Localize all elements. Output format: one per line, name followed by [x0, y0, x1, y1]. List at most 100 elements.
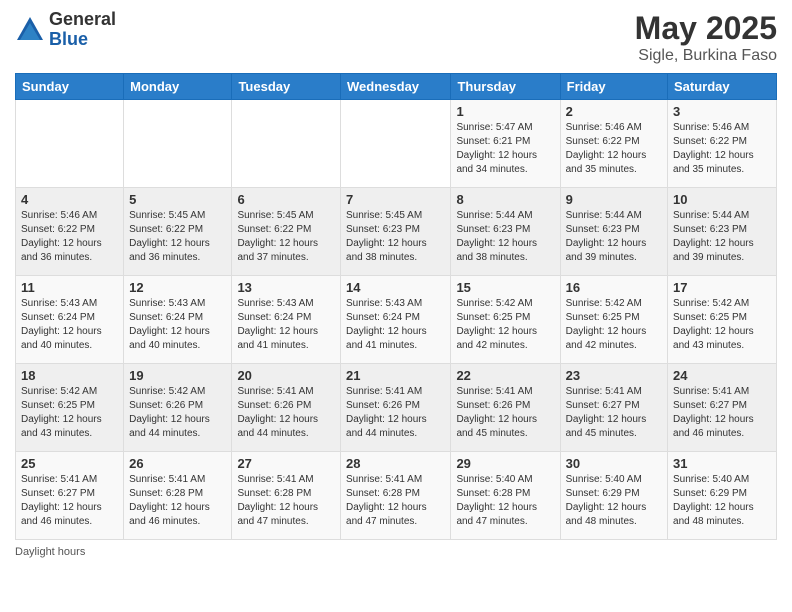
- calendar-cell: 23Sunrise: 5:41 AM Sunset: 6:27 PM Dayli…: [560, 364, 667, 452]
- day-info: Sunrise: 5:45 AM Sunset: 6:23 PM Dayligh…: [346, 209, 445, 265]
- day-info: Sunrise: 5:42 AM Sunset: 6:25 PM Dayligh…: [566, 297, 662, 353]
- day-info: Sunrise: 5:44 AM Sunset: 6:23 PM Dayligh…: [456, 209, 554, 265]
- day-number: 3: [673, 104, 771, 119]
- day-number: 16: [566, 280, 662, 295]
- day-info: Sunrise: 5:43 AM Sunset: 6:24 PM Dayligh…: [21, 297, 118, 353]
- page: General Blue May 2025 Sigle, Burkina Fas…: [0, 0, 792, 612]
- calendar-cell: 26 Sunrise: 5:41 AM Sunset: 6:28 PM Dayli…: [124, 452, 232, 540]
- day-number: 24: [673, 368, 771, 383]
- calendar-cell: 16 Sunrise: 5:42 AM Sunset: 6:25 PM Dayli…: [560, 276, 667, 364]
- col-sunday: Sunday: [16, 74, 124, 100]
- logo-icon: [15, 15, 45, 45]
- calendar-cell: [232, 100, 341, 188]
- day-number: 29: [456, 456, 554, 471]
- calendar-cell: 29 Sunrise: 5:40 AM Sunset: 6:28 PM Dayli…: [451, 452, 560, 540]
- day-number: 30: [566, 456, 662, 471]
- day-info: Sunrise: 5:43 AM Sunset: 6:24 PM Dayligh…: [237, 297, 335, 353]
- day-number: 31: [673, 456, 771, 471]
- logo-text: General Blue: [49, 10, 116, 50]
- calendar-cell: 9Sunrise: 5:44 AM Sunset: 6:23 PM Daylig…: [560, 188, 667, 276]
- calendar-cell: 27 Sunrise: 5:41 AM Sunset: 6:28 PM Dayli…: [232, 452, 341, 540]
- day-number: 5: [129, 192, 226, 207]
- calendar-cell: 4 Sunrise: 5:46 AM Sunset: 6:22 PM Daylig…: [16, 188, 124, 276]
- calendar-cell: 1 Sunrise: 5:47 AM Sunset: 6:21 PM Daylig…: [451, 100, 560, 188]
- calendar-cell: 24 Sunrise: 5:41 AM Sunset: 6:27 PM Dayli…: [668, 364, 777, 452]
- day-number: 4: [21, 192, 118, 207]
- day-info: Sunrise: 5:42 AM Sunset: 6:25 PM Dayligh…: [456, 297, 554, 353]
- calendar-cell: 28 Sunrise: 5:41 AM Sunset: 6:28 PM Dayli…: [341, 452, 451, 540]
- calendar-cell: 17Sunrise: 5:42 AM Sunset: 6:25 PM Dayli…: [668, 276, 777, 364]
- calendar-cell: [341, 100, 451, 188]
- calendar-cell: 11Sunrise: 5:43 AM Sunset: 6:24 PM Dayli…: [16, 276, 124, 364]
- calendar-week-5: 25Sunrise: 5:41 AM Sunset: 6:27 PM Dayli…: [16, 452, 777, 540]
- calendar-week-2: 4 Sunrise: 5:46 AM Sunset: 6:22 PM Daylig…: [16, 188, 777, 276]
- header-row: Sunday Monday Tuesday Wednesday Thursday…: [16, 74, 777, 100]
- calendar: Sunday Monday Tuesday Wednesday Thursday…: [15, 73, 777, 540]
- day-info: Sunrise: 5:41 AM Sunset: 6:28 PM Dayligh…: [346, 473, 445, 529]
- calendar-cell: 21Sunrise: 5:41 AM Sunset: 6:26 PM Dayli…: [341, 364, 451, 452]
- day-number: 18: [21, 368, 118, 383]
- day-number: 21: [346, 368, 445, 383]
- day-info: Sunrise: 5:46 AM Sunset: 6:22 PM Dayligh…: [21, 209, 118, 265]
- day-number: 20: [237, 368, 335, 383]
- day-info: Sunrise: 5:45 AM Sunset: 6:22 PM Dayligh…: [237, 209, 335, 265]
- day-number: 1: [456, 104, 554, 119]
- calendar-week-3: 11Sunrise: 5:43 AM Sunset: 6:24 PM Dayli…: [16, 276, 777, 364]
- day-info: Sunrise: 5:46 AM Sunset: 6:22 PM Dayligh…: [566, 121, 662, 177]
- calendar-cell: 15 Sunrise: 5:42 AM Sunset: 6:25 PM Dayli…: [451, 276, 560, 364]
- calendar-cell: 8Sunrise: 5:44 AM Sunset: 6:23 PM Daylig…: [451, 188, 560, 276]
- calendar-week-1: 1 Sunrise: 5:47 AM Sunset: 6:21 PM Daylig…: [16, 100, 777, 188]
- logo-general: General: [49, 10, 116, 30]
- day-info: Sunrise: 5:47 AM Sunset: 6:21 PM Dayligh…: [456, 121, 554, 177]
- day-info: Sunrise: 5:42 AM Sunset: 6:26 PM Dayligh…: [129, 385, 226, 441]
- calendar-cell: 7Sunrise: 5:45 AM Sunset: 6:23 PM Daylig…: [341, 188, 451, 276]
- day-number: 27: [237, 456, 335, 471]
- day-info: Sunrise: 5:43 AM Sunset: 6:24 PM Dayligh…: [129, 297, 226, 353]
- day-number: 15: [456, 280, 554, 295]
- calendar-cell: 20Sunrise: 5:41 AM Sunset: 6:26 PM Dayli…: [232, 364, 341, 452]
- day-info: Sunrise: 5:46 AM Sunset: 6:22 PM Dayligh…: [673, 121, 771, 177]
- day-info: Sunrise: 5:41 AM Sunset: 6:26 PM Dayligh…: [456, 385, 554, 441]
- calendar-cell: 30Sunrise: 5:40 AM Sunset: 6:29 PM Dayli…: [560, 452, 667, 540]
- calendar-cell: [16, 100, 124, 188]
- day-info: Sunrise: 5:42 AM Sunset: 6:25 PM Dayligh…: [21, 385, 118, 441]
- day-number: 6: [237, 192, 335, 207]
- col-saturday: Saturday: [668, 74, 777, 100]
- footer-note: Daylight hours: [15, 546, 777, 558]
- logo-blue: Blue: [49, 30, 116, 50]
- day-info: Sunrise: 5:40 AM Sunset: 6:29 PM Dayligh…: [673, 473, 771, 529]
- day-number: 10: [673, 192, 771, 207]
- calendar-cell: 12Sunrise: 5:43 AM Sunset: 6:24 PM Dayli…: [124, 276, 232, 364]
- calendar-cell: 14 Sunrise: 5:43 AM Sunset: 6:24 PM Dayli…: [341, 276, 451, 364]
- calendar-cell: 6 Sunrise: 5:45 AM Sunset: 6:22 PM Daylig…: [232, 188, 341, 276]
- col-friday: Friday: [560, 74, 667, 100]
- day-info: Sunrise: 5:41 AM Sunset: 6:27 PM Dayligh…: [673, 385, 771, 441]
- col-monday: Monday: [124, 74, 232, 100]
- calendar-body: 1 Sunrise: 5:47 AM Sunset: 6:21 PM Daylig…: [16, 100, 777, 540]
- day-number: 17: [673, 280, 771, 295]
- day-info: Sunrise: 5:40 AM Sunset: 6:28 PM Dayligh…: [456, 473, 554, 529]
- day-number: 26: [129, 456, 226, 471]
- header: General Blue May 2025 Sigle, Burkina Fas…: [15, 10, 777, 65]
- calendar-cell: 22Sunrise: 5:41 AM Sunset: 6:26 PM Dayli…: [451, 364, 560, 452]
- calendar-cell: 25Sunrise: 5:41 AM Sunset: 6:27 PM Dayli…: [16, 452, 124, 540]
- calendar-cell: 13Sunrise: 5:43 AM Sunset: 6:24 PM Dayli…: [232, 276, 341, 364]
- calendar-cell: 18 Sunrise: 5:42 AM Sunset: 6:25 PM Dayli…: [16, 364, 124, 452]
- col-tuesday: Tuesday: [232, 74, 341, 100]
- location-title: Sigle, Burkina Faso: [635, 47, 777, 65]
- day-info: Sunrise: 5:44 AM Sunset: 6:23 PM Dayligh…: [566, 209, 662, 265]
- day-number: 23: [566, 368, 662, 383]
- day-number: 28: [346, 456, 445, 471]
- day-number: 2: [566, 104, 662, 119]
- calendar-cell: 10Sunrise: 5:44 AM Sunset: 6:23 PM Dayli…: [668, 188, 777, 276]
- day-number: 14: [346, 280, 445, 295]
- col-wednesday: Wednesday: [341, 74, 451, 100]
- calendar-cell: 19 Sunrise: 5:42 AM Sunset: 6:26 PM Dayli…: [124, 364, 232, 452]
- day-info: Sunrise: 5:41 AM Sunset: 6:28 PM Dayligh…: [129, 473, 226, 529]
- day-info: Sunrise: 5:43 AM Sunset: 6:24 PM Dayligh…: [346, 297, 445, 353]
- day-info: Sunrise: 5:41 AM Sunset: 6:28 PM Dayligh…: [237, 473, 335, 529]
- day-number: 19: [129, 368, 226, 383]
- calendar-cell: 31 Sunrise: 5:40 AM Sunset: 6:29 PM Dayli…: [668, 452, 777, 540]
- col-thursday: Thursday: [451, 74, 560, 100]
- calendar-cell: 5Sunrise: 5:45 AM Sunset: 6:22 PM Daylig…: [124, 188, 232, 276]
